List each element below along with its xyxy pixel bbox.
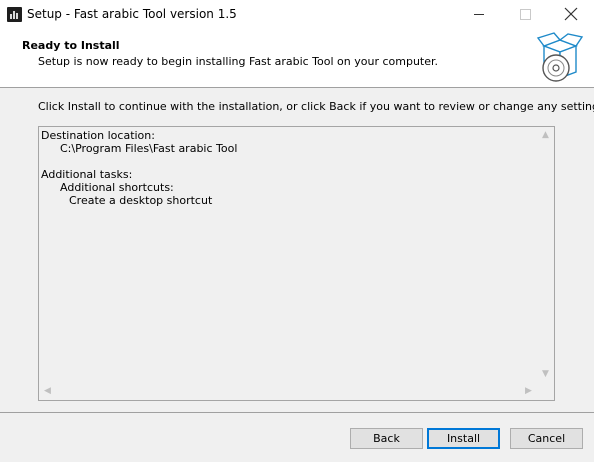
- maximize-icon: [520, 9, 531, 20]
- cancel-button[interactable]: Cancel: [510, 428, 583, 449]
- desktop-shortcut-task: Create a desktop shortcut: [69, 194, 213, 207]
- page-title: Ready to Install: [22, 39, 120, 52]
- scroll-right-icon[interactable]: ▶: [520, 383, 537, 400]
- install-button[interactable]: Install: [427, 428, 500, 449]
- vertical-scrollbar[interactable]: ▲ ▼: [537, 127, 554, 383]
- wizard-footer: Back Install Cancel: [0, 413, 594, 462]
- ready-memo[interactable]: Destination location: C:\Program Files\F…: [38, 126, 555, 401]
- title-bar[interactable]: Setup - Fast arabic Tool version 1.5: [0, 0, 594, 30]
- scroll-down-icon[interactable]: ▼: [537, 366, 554, 383]
- minimize-icon: [474, 14, 484, 15]
- shortcuts-label: Additional shortcuts:: [60, 181, 174, 194]
- minimize-button[interactable]: [456, 0, 502, 30]
- scroll-up-icon[interactable]: ▲: [537, 127, 554, 144]
- horizontal-scrollbar[interactable]: ◀ ▶: [39, 383, 537, 400]
- memo-content: Destination location: C:\Program Files\F…: [41, 129, 237, 207]
- close-button[interactable]: [548, 0, 594, 30]
- memo-blank-line: [41, 155, 237, 168]
- tasks-label: Additional tasks:: [41, 168, 133, 181]
- scrollbar-corner: [537, 383, 554, 400]
- back-button[interactable]: Back: [350, 428, 423, 449]
- destination-label: Destination location:: [41, 129, 155, 142]
- setup-window: Setup - Fast arabic Tool version 1.5 Rea…: [0, 0, 594, 462]
- page-subtitle: Setup is now ready to begin installing F…: [38, 55, 439, 68]
- scroll-left-icon[interactable]: ◀: [39, 383, 56, 400]
- window-title: Setup - Fast arabic Tool version 1.5: [27, 7, 237, 21]
- maximize-button[interactable]: [502, 0, 548, 30]
- setup-box-disc-icon: [536, 32, 584, 82]
- wizard-body: Click Install to continue with the insta…: [0, 88, 594, 412]
- close-icon: [564, 7, 578, 21]
- wizard-header: Ready to Install Setup is now ready to b…: [0, 30, 594, 88]
- install-instruction: Click Install to continue with the insta…: [38, 100, 594, 113]
- destination-path: C:\Program Files\Fast arabic Tool: [60, 142, 238, 155]
- app-icon[interactable]: [7, 7, 22, 22]
